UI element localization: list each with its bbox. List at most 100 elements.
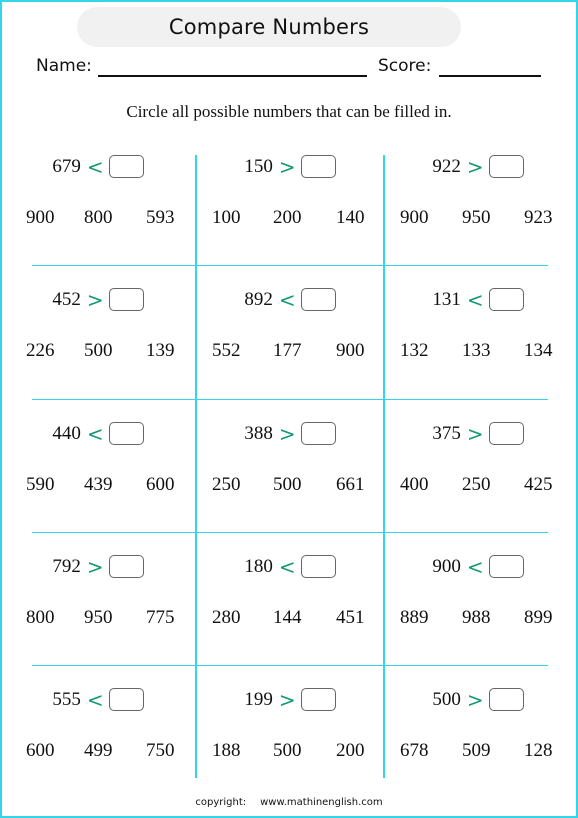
answer-option[interactable]: 988	[462, 607, 491, 629]
score-field[interactable]	[439, 75, 541, 77]
answer-option[interactable]: 900	[400, 207, 429, 229]
answer-box[interactable]	[108, 688, 144, 711]
answer-box[interactable]	[300, 422, 336, 445]
problem-cell: 388 >250 500 661	[196, 409, 384, 542]
comparison-prompt: 440 <	[4, 422, 192, 445]
answer-box[interactable]	[300, 155, 336, 178]
copyright-footer: copyright: www.mathinenglish.com	[0, 797, 578, 808]
answer-box[interactable]	[108, 555, 144, 578]
title-text: Compare Numbers	[168, 15, 370, 39]
problem-cell: 792 > 800 950 775	[4, 542, 192, 675]
less-than-sign: <	[86, 687, 104, 712]
comparison-prompt: 452 >	[4, 288, 192, 311]
answer-box[interactable]	[488, 155, 524, 178]
answer-option[interactable]: 600	[26, 740, 55, 762]
answer-option[interactable]: 200	[336, 740, 365, 762]
answer-option[interactable]: 188	[212, 740, 241, 762]
given-number: 440	[52, 422, 81, 444]
answer-option[interactable]: 509	[462, 740, 491, 762]
answer-option[interactable]: 250	[462, 474, 491, 496]
problem-cell: 180 <280 144 451	[196, 542, 384, 675]
greater-than-sign: >	[278, 687, 296, 712]
given-number: 199	[244, 688, 273, 710]
comparison-prompt: 500 >	[384, 688, 572, 711]
answer-option[interactable]: 750	[146, 740, 175, 762]
copyright-site: www.mathinenglish.com	[260, 797, 383, 808]
greater-than-sign: >	[466, 687, 484, 712]
problem-cell: 500 >678 509 128	[384, 675, 572, 808]
answer-option[interactable]: 950	[84, 607, 113, 629]
answer-option[interactable]: 451	[336, 607, 365, 629]
answer-box[interactable]	[488, 422, 524, 445]
comparison-prompt: 375 >	[384, 422, 572, 445]
answer-option[interactable]: 889	[400, 607, 429, 629]
less-than-sign: <	[278, 287, 296, 312]
greater-than-sign: >	[278, 154, 296, 179]
given-number: 900	[432, 555, 461, 577]
answer-option[interactable]: 250	[212, 474, 241, 496]
greater-than-sign: >	[86, 554, 104, 579]
answer-option[interactable]: 144	[273, 607, 302, 629]
name-field[interactable]	[98, 75, 367, 77]
given-number: 452	[52, 288, 81, 310]
answer-option[interactable]: 552	[212, 340, 241, 362]
answer-box[interactable]	[488, 288, 524, 311]
answer-box[interactable]	[300, 555, 336, 578]
answer-option[interactable]: 950	[462, 207, 491, 229]
answer-box[interactable]	[108, 155, 144, 178]
answer-option[interactable]: 900	[26, 207, 55, 229]
given-number: 500	[432, 688, 461, 710]
answer-box[interactable]	[300, 288, 336, 311]
answer-option[interactable]: 923	[524, 207, 553, 229]
answer-option[interactable]: 661	[336, 474, 365, 496]
answer-option[interactable]: 900	[336, 340, 365, 362]
answer-option[interactable]: 500	[273, 740, 302, 762]
answer-option[interactable]: 200	[273, 207, 302, 229]
problem-cell: 555 <600 499 750	[4, 675, 192, 808]
answer-box[interactable]	[488, 688, 524, 711]
answer-option[interactable]: 140	[336, 207, 365, 229]
given-number: 180	[244, 555, 273, 577]
answer-option[interactable]: 800	[84, 207, 113, 229]
answer-option[interactable]: 899	[524, 607, 553, 629]
answer-option[interactable]: 133	[462, 340, 491, 362]
comparison-prompt: 388 >	[196, 422, 384, 445]
greater-than-sign: >	[278, 421, 296, 446]
answer-option[interactable]: 500	[273, 474, 302, 496]
answer-option[interactable]: 134	[524, 340, 553, 362]
given-number: 892	[244, 288, 273, 310]
problem-cell: 131 <132 133 134	[384, 275, 572, 408]
greater-than-sign: >	[466, 154, 484, 179]
problem-cell: 892 <552 177 900	[196, 275, 384, 408]
name-field-label: Name:	[36, 56, 92, 76]
problem-cell: 679 <900 800 593	[4, 142, 192, 275]
answer-option[interactable]: 439	[84, 474, 113, 496]
answer-option[interactable]: 800	[26, 607, 55, 629]
answer-option[interactable]: 280	[212, 607, 241, 629]
answer-option[interactable]: 177	[273, 340, 302, 362]
answer-option[interactable]: 139	[146, 340, 175, 362]
comparison-prompt: 792 >	[4, 555, 192, 578]
answer-option[interactable]: 132	[400, 340, 429, 362]
less-than-sign: <	[466, 554, 484, 579]
answer-option[interactable]: 100	[212, 207, 241, 229]
answer-option[interactable]: 593	[146, 207, 175, 229]
given-number: 555	[52, 688, 81, 710]
answer-option[interactable]: 128	[524, 740, 553, 762]
less-than-sign: <	[86, 421, 104, 446]
answer-option[interactable]: 600	[146, 474, 175, 496]
answer-option[interactable]: 678	[400, 740, 429, 762]
answer-option[interactable]: 400	[400, 474, 429, 496]
answer-option[interactable]: 425	[524, 474, 553, 496]
answer-option[interactable]: 499	[84, 740, 113, 762]
answer-option[interactable]: 226	[26, 340, 55, 362]
greater-than-sign: >	[466, 421, 484, 446]
answer-option[interactable]: 775	[146, 607, 175, 629]
answer-box[interactable]	[488, 555, 524, 578]
answer-box[interactable]	[108, 422, 144, 445]
given-number: 388	[244, 422, 273, 444]
answer-box[interactable]	[300, 688, 336, 711]
answer-option[interactable]: 590	[26, 474, 55, 496]
answer-box[interactable]	[108, 288, 144, 311]
answer-option[interactable]: 500	[84, 340, 113, 362]
